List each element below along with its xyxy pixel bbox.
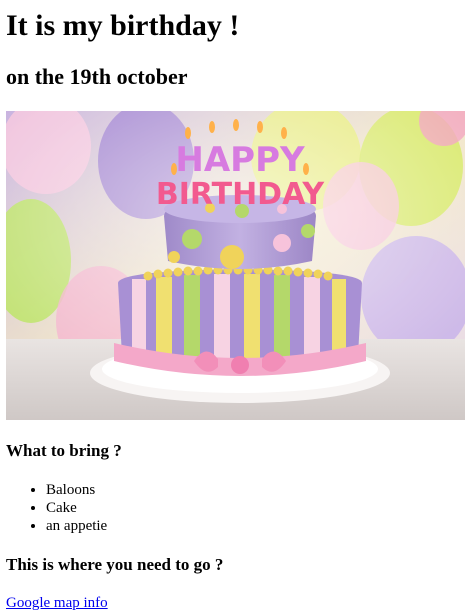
location-heading: This is where you need to go ? — [6, 555, 224, 574]
birthday-cake-image: HAPPY BIRTHDAY — [6, 111, 465, 420]
list-item: Cake — [46, 499, 107, 517]
list-item: Baloons — [46, 481, 107, 499]
page-title: It is my birthday ! — [6, 9, 240, 42]
bring-list: Baloons Cake an appetie — [6, 481, 107, 535]
bring-heading: What to bring ? — [6, 441, 122, 460]
page-subtitle: on the 19th october — [6, 64, 188, 89]
google-map-link[interactable]: Google map info — [6, 594, 108, 612]
cake-birthday-text: BIRTHDAY — [156, 177, 326, 212]
list-item: an appetie — [46, 517, 107, 535]
cake-happy-text: HAPPY — [175, 140, 305, 180]
